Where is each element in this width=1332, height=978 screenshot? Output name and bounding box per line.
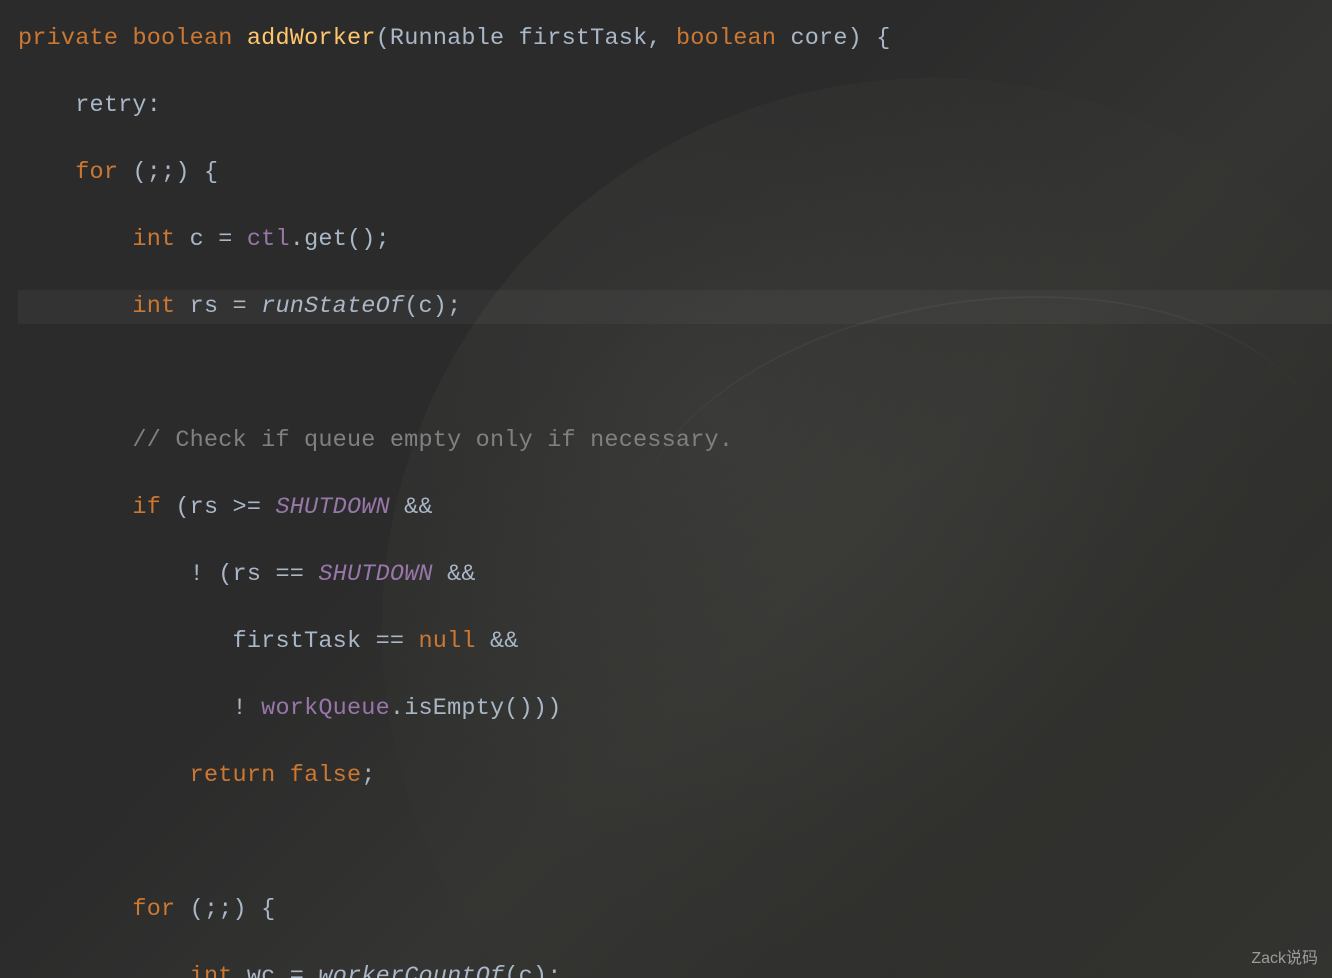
code-line[interactable]: int wc = workerCountOf(c); (18, 960, 1332, 978)
code-line[interactable]: for (;;) { (18, 156, 1332, 190)
code-line[interactable]: for (;;) { (18, 893, 1332, 927)
code-line[interactable]: // Check if queue empty only if necessar… (18, 424, 1332, 458)
code-line[interactable]: return false; (18, 759, 1332, 793)
code-line[interactable]: firstTask == null && (18, 625, 1332, 659)
code-line[interactable]: ! (rs == SHUTDOWN && (18, 558, 1332, 592)
code-line[interactable]: if (rs >= SHUTDOWN && (18, 491, 1332, 525)
code-line-blank[interactable] (18, 357, 1332, 391)
code-line[interactable]: ! workQueue.isEmpty())) (18, 692, 1332, 726)
code-line-highlighted[interactable]: int rs = runStateOf(c); (18, 290, 1332, 324)
code-line[interactable]: int c = ctl.get(); (18, 223, 1332, 257)
code-block[interactable]: private boolean addWorker(Runnable first… (0, 0, 1332, 978)
code-line[interactable]: private boolean addWorker(Runnable first… (18, 22, 1332, 56)
code-line[interactable]: retry: (18, 89, 1332, 123)
code-line-blank[interactable] (18, 826, 1332, 860)
